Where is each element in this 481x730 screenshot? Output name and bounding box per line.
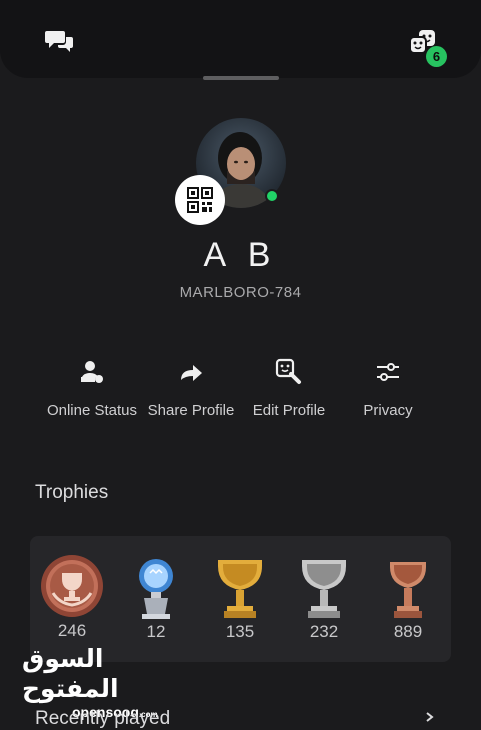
online-status-button[interactable]: Online Status xyxy=(42,352,142,419)
trophy-bronze[interactable]: 889 xyxy=(366,536,450,642)
silver-trophy-icon xyxy=(302,560,346,618)
trophy-gold[interactable]: 135 xyxy=(198,536,282,642)
drag-handle[interactable] xyxy=(203,76,279,80)
trophy-gold-count: 135 xyxy=(225,622,255,641)
opensooq-watermark: السوق المفتوح opensooq.com xyxy=(22,644,182,720)
gold-trophy-icon xyxy=(218,560,262,618)
edit-profile-icon xyxy=(275,358,301,384)
edit-profile-button[interactable]: Edit Profile xyxy=(239,352,339,419)
trophy-bronze-count: 889 xyxy=(393,622,423,641)
online-id: MARLBORO-784 xyxy=(179,284,302,301)
privacy-label: Privacy xyxy=(363,402,413,419)
platinum-trophy-icon xyxy=(139,559,173,619)
trophy-level-icon xyxy=(41,555,103,617)
trophies-heading: Trophies xyxy=(35,482,109,503)
display-name: A B xyxy=(203,236,278,274)
chevron-right-icon[interactable] xyxy=(425,712,435,722)
friends-count-badge: 6 xyxy=(426,46,447,67)
online-status-dot xyxy=(265,189,279,203)
trophy-silver[interactable]: 232 xyxy=(282,536,366,642)
sliders-icon xyxy=(377,363,399,381)
trophy-level[interactable]: 246 xyxy=(30,536,114,641)
share-profile-button[interactable]: Share Profile xyxy=(141,352,241,419)
qr-code-icon xyxy=(187,187,213,213)
share-arrow-icon xyxy=(181,365,202,381)
qr-code-button[interactable] xyxy=(175,175,225,225)
trophy-level-count: 246 xyxy=(57,621,87,640)
privacy-button[interactable]: Privacy xyxy=(338,352,438,419)
online-status-label: Online Status xyxy=(46,402,138,419)
top-bar: 6 xyxy=(0,0,481,78)
bronze-trophy-icon xyxy=(390,562,426,618)
trophy-platinum[interactable]: 12 xyxy=(114,536,198,642)
watermark-arabic-text: السوق المفتوح xyxy=(22,644,119,703)
trophy-silver-count: 232 xyxy=(309,622,339,641)
recently-played-heading: Recently played xyxy=(35,708,171,729)
trophy-platinum-count: 12 xyxy=(146,622,166,641)
chat-bubbles-icon[interactable] xyxy=(44,28,76,56)
share-profile-label: Share Profile xyxy=(147,402,235,419)
online-status-icon xyxy=(81,361,103,383)
edit-profile-label: Edit Profile xyxy=(252,402,326,419)
